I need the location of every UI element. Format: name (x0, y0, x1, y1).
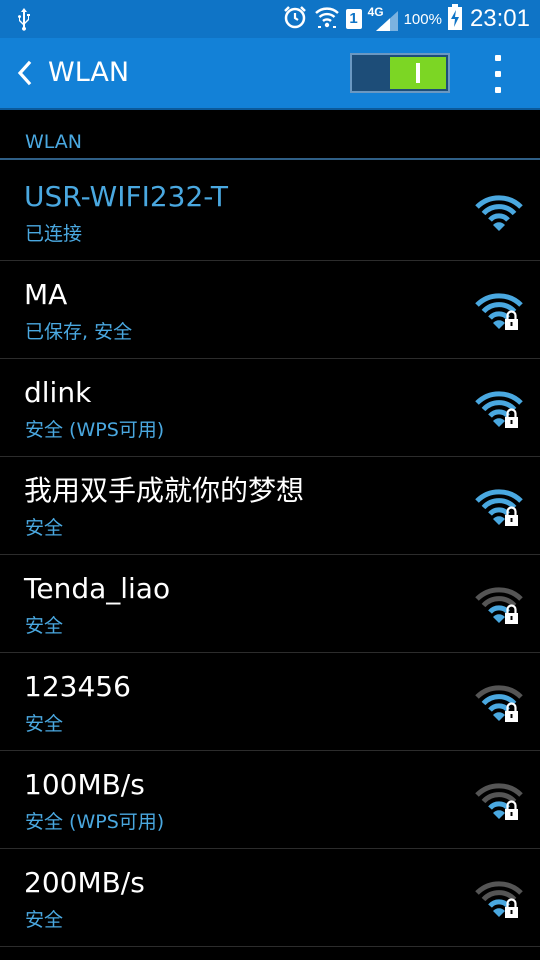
usb-icon (16, 7, 32, 35)
overflow-menu-icon[interactable] (484, 55, 512, 93)
wlan-toggle-switch[interactable] (350, 53, 450, 93)
network-status: 安全 (WPS可用) (25, 419, 165, 441)
wifi-signal-icon (474, 487, 524, 529)
wifi-signal-icon (474, 683, 524, 725)
network-status: 已连接 (25, 223, 83, 245)
action-bar: WLAN (0, 38, 540, 110)
cell-signal-icon: 4G (368, 5, 398, 31)
network-item[interactable]: dlink 安全 (WPS可用) (0, 359, 540, 457)
battery-charging-icon (447, 4, 462, 34)
sim-slot-icon: 1 (345, 9, 362, 29)
network-status: 已保存, 安全 (25, 321, 133, 343)
network-item[interactable]: 100MB/s 安全 (WPS可用) (0, 751, 540, 849)
wifi-signal-icon (474, 389, 524, 431)
wifi-signal-icon (474, 879, 524, 921)
network-name: 123456 (24, 670, 131, 703)
network-item[interactable]: USR-WIFI232-T 已连接 (0, 163, 540, 261)
network-name: 200MB/s (24, 866, 145, 899)
lock-icon (505, 702, 518, 722)
network-item[interactable]: MA 已保存, 安全 (0, 261, 540, 359)
network-name: 100MB/s (24, 768, 145, 801)
lock-icon (505, 604, 518, 624)
network-status: 安全 (25, 517, 64, 539)
network-status: 安全 (WPS可用) (25, 811, 165, 833)
network-list: USR-WIFI232-T 已连接 MA 已保存, 安全 dlink 安全 (WPS可用)… (0, 163, 540, 947)
lock-icon (505, 506, 518, 526)
network-item[interactable]: 我用双手成就你的梦想安全 (0, 457, 540, 555)
network-status: 安全 (25, 909, 64, 931)
network-name: MA (24, 278, 68, 311)
alarm-icon (282, 4, 308, 34)
wifi-signal-icon (474, 291, 524, 333)
network-item[interactable]: 123456 安全 (0, 653, 540, 751)
network-status: 安全 (25, 713, 64, 735)
lock-icon (505, 310, 518, 330)
section-title: WLAN (25, 131, 83, 153)
wifi-status-icon (314, 4, 340, 34)
wifi-signal-icon (474, 193, 524, 235)
lock-icon (505, 800, 518, 820)
section-header: WLAN (0, 110, 540, 160)
toggle-thumb (390, 57, 446, 89)
battery-percent: 100% (403, 10, 442, 28)
network-item[interactable]: Tenda_liao 安全 (0, 555, 540, 653)
back-arrow-icon[interactable] (10, 55, 38, 91)
network-status: 安全 (25, 615, 64, 637)
network-name: 我用双手成就你的梦想 (24, 474, 305, 507)
network-name: dlink (24, 376, 92, 409)
wifi-signal-icon (474, 781, 524, 823)
wifi-signal-icon (474, 585, 524, 627)
clock: 23:01 (469, 5, 530, 32)
lock-icon (505, 408, 518, 428)
lock-icon (505, 898, 518, 918)
network-name: Tenda_liao (24, 572, 171, 605)
network-item[interactable]: 200MB/s 安全 (0, 849, 540, 947)
network-name: USR-WIFI232-T (24, 180, 228, 213)
status-bar: 1 4G 100% 23:01 (0, 0, 540, 38)
page-title: WLAN (48, 57, 130, 88)
